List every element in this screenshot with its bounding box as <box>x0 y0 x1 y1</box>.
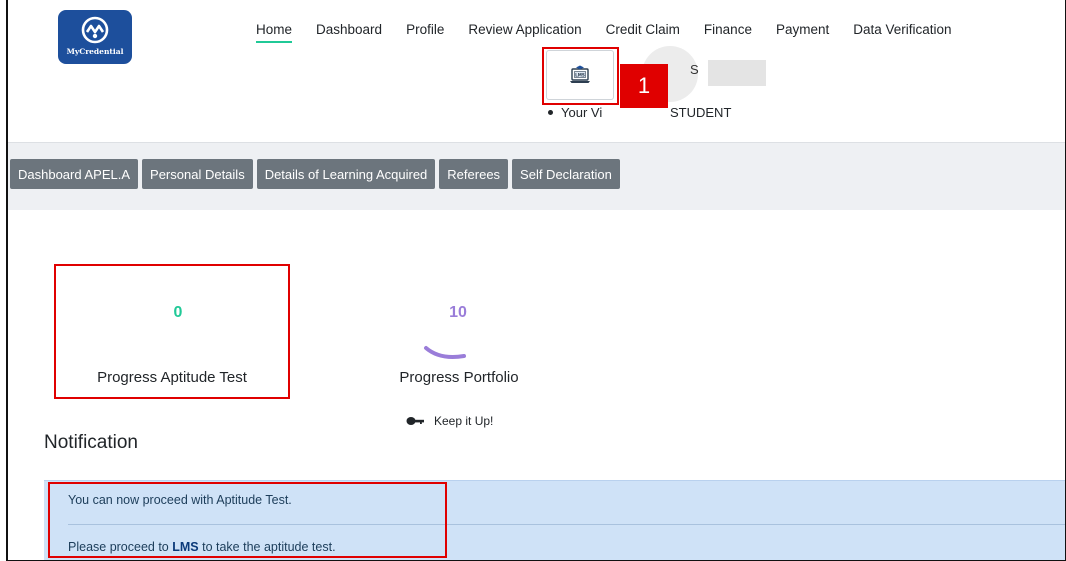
nav-item-dashboard[interactable]: Dashboard <box>304 20 394 43</box>
highlight-aptitude-progress <box>54 264 290 399</box>
tab-details-of-learning-acquired[interactable]: Details of Learning Acquired <box>256 159 436 189</box>
tab-self-declaration[interactable]: Self Declaration <box>512 159 620 189</box>
mycredential-logo[interactable]: MyCredential <box>58 10 132 64</box>
nav-item-profile[interactable]: Profile <box>394 20 456 43</box>
tab-dashboard-apel-a[interactable]: Dashboard APEL.A <box>10 159 139 189</box>
nav-item-finance[interactable]: Finance <box>692 20 764 43</box>
notification-heading: Notification <box>44 432 138 453</box>
portfolio-progress-label: Progress Portfolio <box>399 369 519 386</box>
page-frame: MyCredential Home Dashboard Profile Revi… <box>6 0 1066 561</box>
portfolio-progress-arc <box>424 346 466 359</box>
logo-text: MyCredential <box>66 47 124 56</box>
nav-item-home[interactable]: Home <box>256 20 293 43</box>
user-name-fragment: S <box>690 62 699 77</box>
nav-item-credit-claim[interactable]: Credit Claim <box>594 20 692 43</box>
encouragement-text: Keep it Up! <box>434 414 494 428</box>
nav-item-data-verification[interactable]: Data Verification <box>841 20 963 43</box>
view-as-line: Your Vi <box>548 105 602 120</box>
encouragement-message: Keep it Up! <box>406 414 493 428</box>
redacted-user-name <box>708 60 766 86</box>
nav-item-review-application[interactable]: Review Application <box>456 20 593 43</box>
apel-tab-bar: Dashboard APEL.A Personal Details Detail… <box>8 142 1065 210</box>
mycredential-logo-mark-icon <box>81 16 109 44</box>
main-nav: Home Dashboard Profile Review Applicatio… <box>244 20 964 43</box>
tab-personal-details[interactable]: Personal Details <box>142 159 253 189</box>
highlight-lms-button <box>542 47 619 105</box>
highlight-notification <box>48 482 447 558</box>
portfolio-progress-value: 10 <box>449 304 467 321</box>
tab-referees[interactable]: Referees <box>439 159 509 189</box>
annotation-step-badge: 1 <box>620 64 668 108</box>
key-icon <box>406 417 424 425</box>
bullet-dot <box>548 110 553 115</box>
view-as-role: STUDENT <box>670 105 732 120</box>
view-as-prefix: Your Vi <box>561 105 603 120</box>
nav-item-payment[interactable]: Payment <box>764 20 841 43</box>
